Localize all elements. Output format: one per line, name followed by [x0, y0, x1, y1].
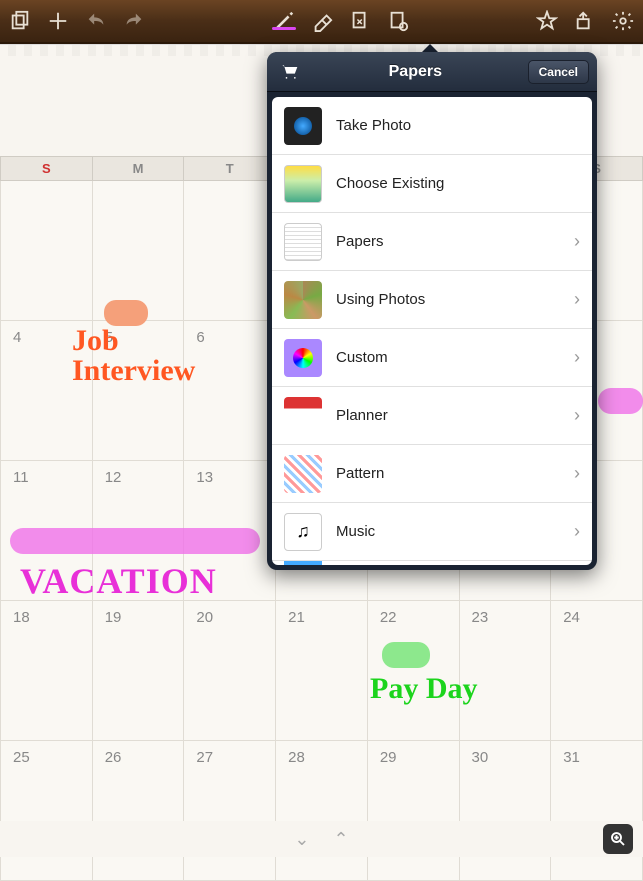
- cancel-button[interactable]: Cancel: [528, 60, 589, 84]
- item-label: Take Photo: [336, 117, 580, 134]
- day-cell[interactable]: [184, 181, 276, 321]
- eraser-icon[interactable]: [310, 9, 334, 33]
- paper-icon: [284, 223, 322, 261]
- main-toolbar: [0, 0, 643, 44]
- popover-list[interactable]: Take Photo Choose Existing Papers › Usin…: [272, 97, 592, 565]
- item-label: Planner: [336, 407, 574, 424]
- pen-icon[interactable]: [272, 9, 296, 33]
- undo-icon[interactable]: [84, 9, 108, 33]
- more-icon: [284, 561, 322, 565]
- day-cell[interactable]: 12: [92, 461, 184, 601]
- collage-icon: [284, 281, 322, 319]
- pattern-icon: [284, 455, 322, 493]
- day-cell[interactable]: 25: [1, 741, 93, 881]
- chevron-icon: ›: [574, 231, 580, 252]
- day-cell[interactable]: 4: [1, 321, 93, 461]
- day-cell[interactable]: 31: [551, 741, 643, 881]
- item-label: Choose Existing: [336, 175, 580, 192]
- planner-icon: JUNE: [284, 397, 322, 435]
- chevron-up-icon[interactable]: ⌃: [334, 829, 349, 850]
- add-icon[interactable]: [46, 9, 70, 33]
- popover-header: Papers Cancel: [267, 52, 597, 92]
- day-cell[interactable]: 29: [367, 741, 459, 881]
- chevron-icon: ›: [574, 521, 580, 542]
- chevron-icon: ›: [574, 347, 580, 368]
- item-custom[interactable]: Custom ›: [272, 329, 592, 387]
- item-label: Custom: [336, 349, 574, 366]
- item-take-photo[interactable]: Take Photo: [272, 97, 592, 155]
- day-cell[interactable]: 13: [184, 461, 276, 601]
- day-cell[interactable]: [1, 181, 93, 321]
- chevron-down-icon[interactable]: ⌄: [294, 829, 309, 850]
- item-using-photos[interactable]: Using Photos ›: [272, 271, 592, 329]
- page-delete-icon[interactable]: [348, 9, 372, 33]
- day-cell[interactable]: 26: [92, 741, 184, 881]
- day-cell[interactable]: 5: [92, 321, 184, 461]
- item-label: Music: [336, 523, 574, 540]
- star-icon[interactable]: [535, 9, 559, 33]
- header-tue: T: [184, 157, 276, 181]
- item-planner[interactable]: JUNE Planner ›: [272, 387, 592, 445]
- day-cell[interactable]: 11: [1, 461, 93, 601]
- day-cell[interactable]: 6: [184, 321, 276, 461]
- item-pattern[interactable]: Pattern ›: [272, 445, 592, 503]
- chevron-icon: ›: [574, 289, 580, 310]
- page-settings-icon[interactable]: [386, 9, 410, 33]
- day-cell[interactable]: 28: [276, 741, 368, 881]
- day-cell[interactable]: 20: [184, 601, 276, 741]
- popover-title: Papers: [303, 63, 528, 81]
- item-papers[interactable]: Papers ›: [272, 213, 592, 271]
- day-cell[interactable]: 23: [459, 601, 551, 741]
- chevron-icon: ›: [574, 405, 580, 426]
- day-cell[interactable]: 24: [551, 601, 643, 741]
- music-icon: ♫: [284, 513, 322, 551]
- day-cell[interactable]: 18: [1, 601, 93, 741]
- bottom-bar: ⌄ ⌃: [0, 821, 643, 857]
- item-label: Papers: [336, 233, 574, 250]
- item-label: Using Photos: [336, 291, 574, 308]
- item-label: Pattern: [336, 465, 574, 482]
- cart-icon[interactable]: [275, 62, 303, 82]
- day-cell[interactable]: 27: [184, 741, 276, 881]
- day-cell[interactable]: 30: [459, 741, 551, 881]
- colorwheel-icon: [284, 339, 322, 377]
- item-more[interactable]: [272, 561, 592, 565]
- item-music[interactable]: ♫ Music ›: [272, 503, 592, 561]
- day-cell[interactable]: 21: [276, 601, 368, 741]
- photo-icon: [284, 165, 322, 203]
- item-choose-existing[interactable]: Choose Existing: [272, 155, 592, 213]
- settings-icon[interactable]: [611, 9, 635, 33]
- day-cell[interactable]: 22: [367, 601, 459, 741]
- share-icon[interactable]: [573, 9, 597, 33]
- day-cell[interactable]: 19: [92, 601, 184, 741]
- header-mon: M: [92, 157, 184, 181]
- chevron-icon: ›: [574, 463, 580, 484]
- zoom-button[interactable]: [603, 824, 633, 854]
- header-sun: S: [1, 157, 93, 181]
- pages-icon[interactable]: [8, 9, 32, 33]
- camera-icon: [284, 107, 322, 145]
- day-cell[interactable]: [92, 181, 184, 321]
- papers-popover: Papers Cancel Take Photo Choose Existing…: [267, 52, 597, 570]
- redo-icon[interactable]: [122, 9, 146, 33]
